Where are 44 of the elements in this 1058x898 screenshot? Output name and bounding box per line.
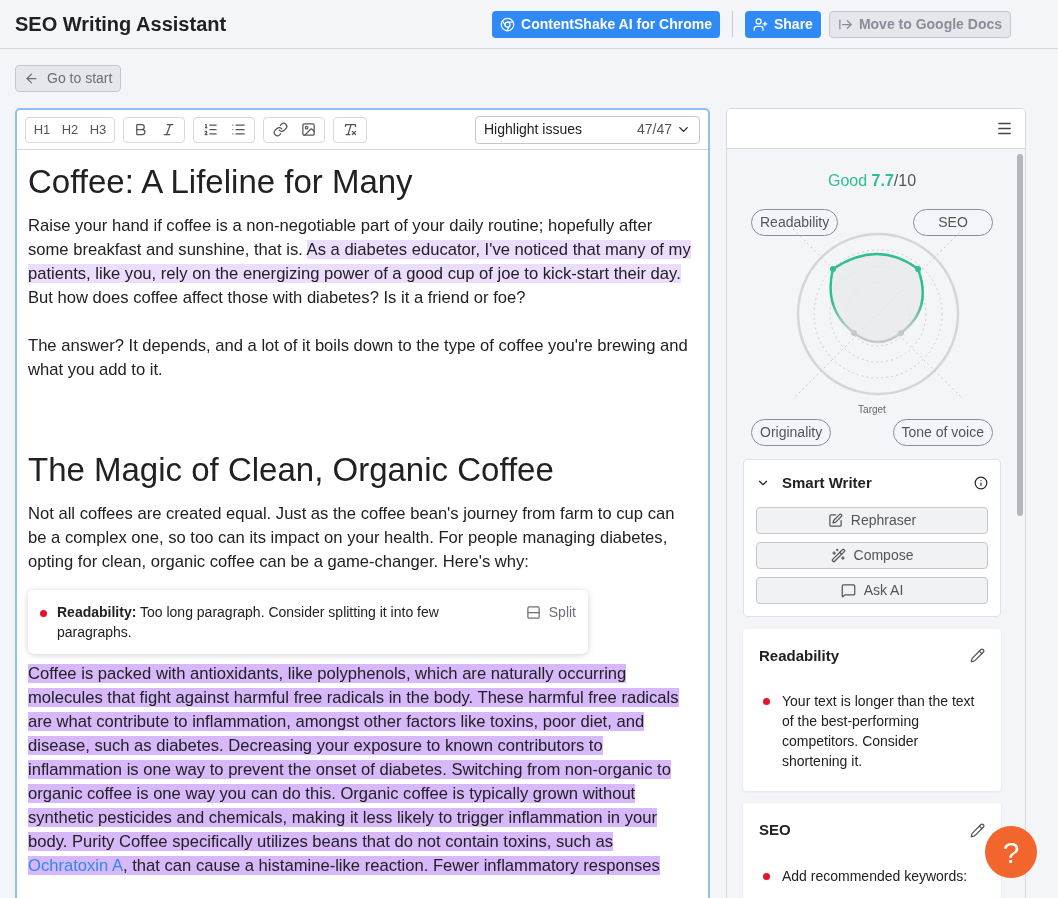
document-paragraph: Raise your hand if coffee is a non-negotiable part of your daily routine; hopefully after some breakfast and sunshine, that is. As a diabetes educator, I've noticed that many of my patients, like you, rely on the energizing power of a good cup of joe to kick-start their day. But how does coffee affect those with diabetes? Is it a friend or foe? [28, 215, 692, 309]
chat-icon [840, 582, 856, 598]
document-paragraph: Not all coffees are created equal. Just as the coffee bean's journey from farm to cup can be a complex one, so too can its impact on your health. For people managing diabetes, opting for clean, organic coffee can be a game-changer. Here's why: [28, 503, 676, 573]
bullet-list-icon [230, 122, 246, 137]
share-button[interactable]: Share [744, 10, 821, 38]
italic-icon [160, 122, 176, 137]
back-arrow-icon [24, 71, 39, 86]
document-heading: Coffee: A Lifeline for Many [28, 162, 414, 202]
check-message: Your text is longer than the text of the best-performing competitors. Consider shortening it. [782, 692, 976, 771]
heading-button[interactable]: H1 [30, 118, 54, 141]
smart-writer-button[interactable]: Compose [756, 541, 988, 569]
split-icon [525, 605, 541, 620]
link-icon [272, 122, 288, 137]
add-user-icon [752, 16, 768, 32]
document-heading: The Magic of Clean, Organic Coffee [28, 450, 555, 490]
smart-writer-title: Smart Writer [782, 473, 872, 493]
edit-icon [827, 512, 843, 528]
smart-writer-button[interactable]: Ask AI [756, 576, 988, 604]
pencil-icon[interactable] [970, 648, 985, 664]
scrollbar-thumb[interactable] [1017, 154, 1023, 516]
card-title: Readability [759, 645, 840, 666]
menu-icon[interactable] [996, 120, 1013, 137]
smart-writer-button[interactable]: Rephraser [756, 506, 988, 534]
ordered-list-icon [202, 122, 218, 137]
issue-message: Readability: Too long paragraph. Consider splitting it into few paragraphs. [57, 603, 440, 642]
document-paragraph: Coffee is packed with antioxidants, like polyphenols, which are naturally occurring molecules that fight against harmful free radicals in the body. These harmful free radicals are what contribute to inflammation, amongst other factors like toxins, poor diet, and disease, such as diabetes. Decreasing your exposure to known contributors to inflammation is one way to prevent the onset of diabetes. Switching from non-organic to organic coffee is one way you can do this. Organic coffee is typically grown without synthetic pesticides and chemicals, making it less likely to trigger inflammation in your body. Purity Coffee specifically utilizes beans that do not contain toxins, such as Ochratoxin A, that can cause a histamine-like reaction. Fewer inflammatory responses [28, 663, 680, 877]
app-title: SEO Writing Assistant [15, 12, 227, 37]
heading-button[interactable]: H3 [86, 118, 110, 141]
document-paragraph: The answer? It depends, and a lot of it boils down to the type of coffee you're brewing and what you add to it. [28, 335, 689, 381]
card-title: SEO [759, 820, 791, 840]
image-icon [300, 122, 316, 137]
chrome-extension-button[interactable]: ContentShake AI for Chrome [492, 10, 720, 38]
clear-format-icon [342, 122, 358, 137]
chrome-icon [500, 16, 516, 32]
target-label: Target [857, 403, 887, 417]
info-icon[interactable] [974, 476, 988, 491]
highlight-issues-select[interactable]: Highlight issues 47/47 [475, 115, 700, 144]
go-to-start-button[interactable]: Go to start [15, 65, 122, 92]
check-message: Add recommended keywords: [782, 866, 968, 886]
score-text: Good 7.7/10 [826, 171, 918, 191]
pencil-icon[interactable] [970, 822, 985, 838]
split-button[interactable]: Split [525, 602, 576, 623]
heading-button[interactable]: H2 [58, 118, 82, 141]
magic-wand-icon [830, 547, 846, 563]
